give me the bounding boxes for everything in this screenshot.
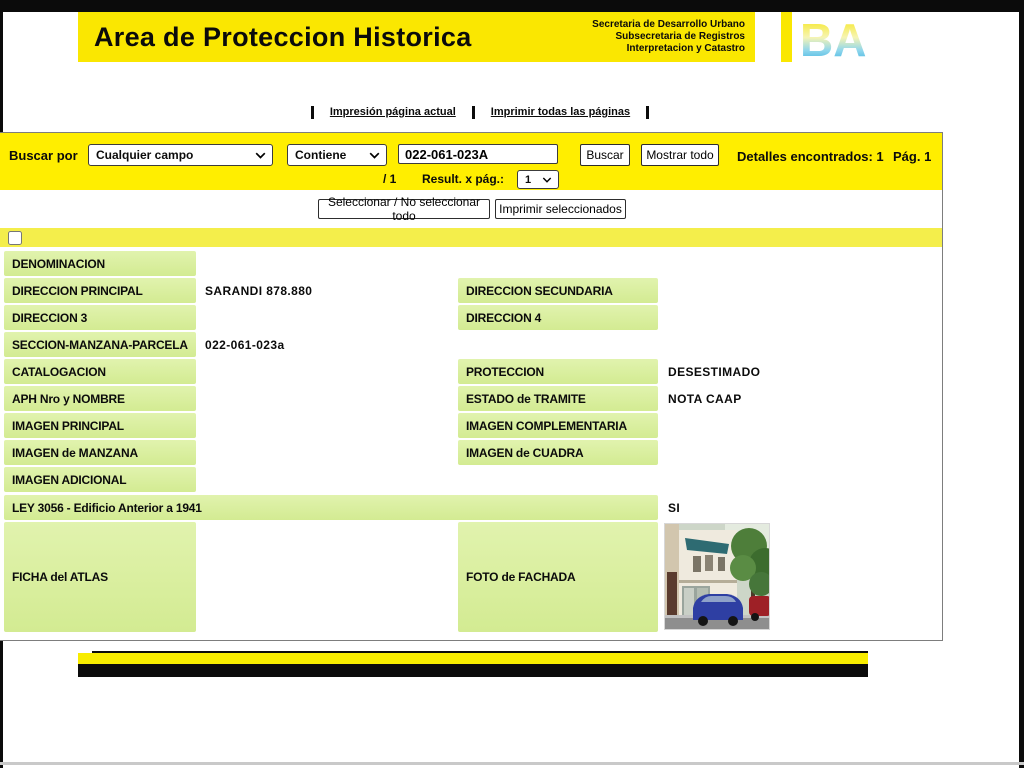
field-label: PROTECCION <box>466 364 545 379</box>
field-label-cell: IMAGEN COMPLEMENTARIA <box>458 413 658 438</box>
results-per-page-label: Result. x pág.: <box>422 172 505 186</box>
field-value: SARANDI 878.880 <box>205 283 313 298</box>
field-value: 022-061-023a <box>205 337 285 352</box>
bottom-frame-edge <box>0 762 1024 765</box>
field-label: IMAGEN de CUADRA <box>466 445 584 460</box>
field-label-cell: IMAGEN de CUADRA <box>458 440 658 465</box>
field-label-cell: DENOMINACION <box>4 251 196 276</box>
field-label: LEY 3056 - Edificio Anterior a 1941 <box>12 500 202 515</box>
search-field-select[interactable]: Cualquier campo <box>88 144 273 166</box>
print-all-pages-link[interactable]: Imprimir todas las páginas <box>491 106 630 118</box>
field-label-cell: DIRECCION PRINCIPAL <box>4 278 196 303</box>
ley-3056-label-cell: LEY 3056 - Edificio Anterior a 1941 <box>4 495 658 520</box>
bottom-black-bar <box>78 664 868 677</box>
search-by-label: Buscar por <box>9 148 78 163</box>
field-label: ESTADO de TRAMITE <box>466 391 586 406</box>
org-line: Interpretacion y Catastro <box>626 43 745 54</box>
separator-bar <box>471 105 475 119</box>
field-label: IMAGEN de MANZANA <box>12 445 138 460</box>
page-fraction-text: / 1 <box>383 172 397 186</box>
print-current-page-link[interactable]: Impresión página actual <box>330 106 456 118</box>
page-indicator: Pág. 1 <box>893 149 932 164</box>
field-label-cell: IMAGEN ADICIONAL <box>4 467 196 492</box>
field-label: APH Nro y NOMBRE <box>12 391 125 406</box>
field-label-cell: ESTADO de TRAMITE <box>458 386 658 411</box>
field-label: CATALOGACION <box>12 364 106 379</box>
field-value: DESESTIMADO <box>668 364 761 379</box>
field-label-cell: APH Nro y NOMBRE <box>4 386 196 411</box>
print-links-bar: Impresión página actual Imprimir todas l… <box>0 103 960 121</box>
field-label: IMAGEN COMPLEMENTARIA <box>466 418 627 433</box>
select-all-button[interactable]: Seleccionar / No seleccionar todo <box>318 195 490 223</box>
right-frame-edge <box>1019 0 1024 768</box>
field-label-cell: IMAGEN PRINCIPAL <box>4 413 196 438</box>
search-operator-selected: Contiene <box>295 148 347 162</box>
field-label-cell: DIRECCION 3 <box>4 305 196 330</box>
ba-logo: BA <box>796 12 876 66</box>
field-label: IMAGEN PRINCIPAL <box>12 418 124 433</box>
field-label: IMAGEN ADICIONAL <box>12 472 127 487</box>
search-query-input[interactable] <box>398 144 558 164</box>
header-divider-stripe <box>781 12 792 62</box>
ba-logo-text: BA <box>800 14 866 64</box>
bottom-yellow-bar <box>78 653 868 664</box>
field-label-cell: SECCION-MANZANA-PARCELA <box>4 332 196 357</box>
top-black-bar <box>0 0 1024 12</box>
chevron-down-icon <box>369 152 380 159</box>
results-per-page-selected: 1 <box>525 173 532 186</box>
field-label-cell: CATALOGACION <box>4 359 196 384</box>
field-label: DIRECCION SECUNDARIA <box>466 283 613 298</box>
app-header: Area de Proteccion Historica Secretaria … <box>78 12 755 62</box>
app-screen: Area de Proteccion Historica Secretaria … <box>0 0 1024 768</box>
page-title: Area de Proteccion Historica <box>94 21 472 52</box>
ficha-atlas-label-cell: FICHA del ATLAS <box>4 522 196 632</box>
field-label: DIRECCION 4 <box>466 310 542 325</box>
details-found-text: Detalles encontrados: 1 <box>737 149 884 164</box>
field-label: DIRECCION PRINCIPAL <box>12 283 143 298</box>
field-label: FICHA del ATLAS <box>12 570 108 584</box>
field-label: DENOMINACION <box>12 256 105 271</box>
field-label-cell: IMAGEN de MANZANA <box>4 440 196 465</box>
results-per-page-select[interactable]: 1 <box>517 170 559 189</box>
separator-bar <box>310 105 314 119</box>
search-field-selected: Cualquier campo <box>96 148 194 162</box>
field-label-cell: DIRECCION 4 <box>458 305 658 330</box>
buscar-button[interactable]: Buscar <box>580 144 630 166</box>
facade-photo[interactable] <box>664 523 770 630</box>
org-line: Subsecretaria de Registros <box>615 31 746 42</box>
org-line: Secretaria de Desarrollo Urbano <box>592 19 745 30</box>
chevron-down-icon <box>255 152 266 159</box>
field-label-cell: DIRECCION SECUNDARIA <box>458 278 658 303</box>
org-text: Secretaria de Desarrollo Urbano Subsecre… <box>592 19 745 55</box>
print-selected-button[interactable]: Imprimir seleccionados <box>495 199 626 219</box>
field-value: NOTA CAAP <box>668 391 742 406</box>
chevron-down-icon <box>542 177 552 183</box>
separator-bar <box>646 105 650 119</box>
mostrar-todo-button[interactable]: Mostrar todo <box>641 144 719 166</box>
record-select-checkbox[interactable] <box>8 231 22 245</box>
field-label: DIRECCION 3 <box>12 310 88 325</box>
foto-fachada-label-cell: FOTO de FACHADA <box>458 522 658 632</box>
record-selector-band <box>0 228 942 247</box>
field-label: FOTO de FACHADA <box>466 570 576 584</box>
ley-3056-value: SI <box>668 500 681 515</box>
field-label-cell: PROTECCION <box>458 359 658 384</box>
field-label: SECCION-MANZANA-PARCELA <box>12 337 188 352</box>
search-operator-select[interactable]: Contiene <box>287 144 387 166</box>
